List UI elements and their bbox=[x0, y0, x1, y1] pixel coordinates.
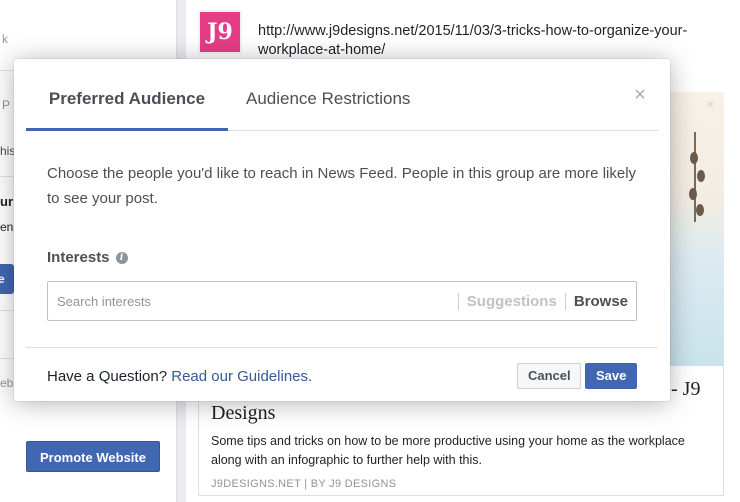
search-interests-input[interactable] bbox=[48, 283, 458, 319]
browse-button[interactable]: Browse bbox=[566, 293, 636, 310]
left-column-text-fragment: k bbox=[2, 32, 8, 46]
save-button[interactable]: Save bbox=[585, 363, 637, 389]
info-icon[interactable]: i bbox=[115, 251, 128, 264]
cancel-button[interactable]: Cancel bbox=[517, 363, 581, 389]
left-column-text-fragment: eb bbox=[0, 376, 14, 390]
tab-audience-restrictions[interactable]: Audience Restrictions bbox=[246, 59, 410, 131]
close-icon[interactable]: × bbox=[632, 85, 648, 105]
dialog-description: Choose the people you'd like to reach in… bbox=[47, 165, 637, 207]
plant-leaf bbox=[689, 188, 697, 200]
plant-leaf bbox=[696, 204, 704, 216]
audience-tabs: Preferred Audience Audience Restrictions bbox=[26, 59, 658, 131]
plant-leaf bbox=[697, 170, 705, 182]
audience-dialog: Preferred Audience Audience Restrictions… bbox=[14, 59, 670, 401]
left-column-text-fragment: en bbox=[0, 220, 14, 234]
left-column-button-fragment-label: e P bbox=[0, 272, 5, 286]
dialog-footer: Have a Question? Read our Guidelines. Ca… bbox=[26, 347, 658, 401]
page-logo[interactable]: J9 bbox=[198, 10, 242, 54]
help-text: Have a Question? Read our Guidelines. bbox=[47, 368, 312, 385]
left-column-button-fragment[interactable]: e P bbox=[0, 264, 14, 294]
suggestions-button[interactable]: Suggestions bbox=[459, 293, 565, 310]
post-image[interactable] bbox=[670, 92, 724, 366]
article-description: Some tips and tricks on how to be more p… bbox=[211, 434, 685, 467]
interests-heading: Interests i bbox=[47, 249, 128, 266]
tab-preferred-audience[interactable]: Preferred Audience bbox=[26, 59, 228, 131]
plant-leaf bbox=[690, 152, 698, 164]
post-link[interactable]: http://www.j9designs.net/2015/11/03/3-tr… bbox=[258, 22, 728, 60]
left-column-text-fragment: ur bbox=[0, 194, 13, 209]
article-source: J9DESIGNS.NET | BY J9 DESIGNS bbox=[211, 478, 397, 490]
article-title-tail: - J9 bbox=[671, 378, 701, 400]
interests-search-box: Suggestions Browse bbox=[47, 281, 637, 321]
question-label: Have a Question? bbox=[47, 368, 172, 385]
promote-website-button[interactable]: Promote Website bbox=[26, 441, 160, 472]
left-column-text-fragment: P bbox=[2, 98, 11, 112]
interests-label: Interests bbox=[47, 249, 110, 266]
article-title[interactable]: Designs bbox=[211, 402, 275, 425]
image-close-icon[interactable]: × bbox=[706, 96, 714, 112]
guidelines-link[interactable]: Read our Guidelines. bbox=[171, 368, 312, 385]
